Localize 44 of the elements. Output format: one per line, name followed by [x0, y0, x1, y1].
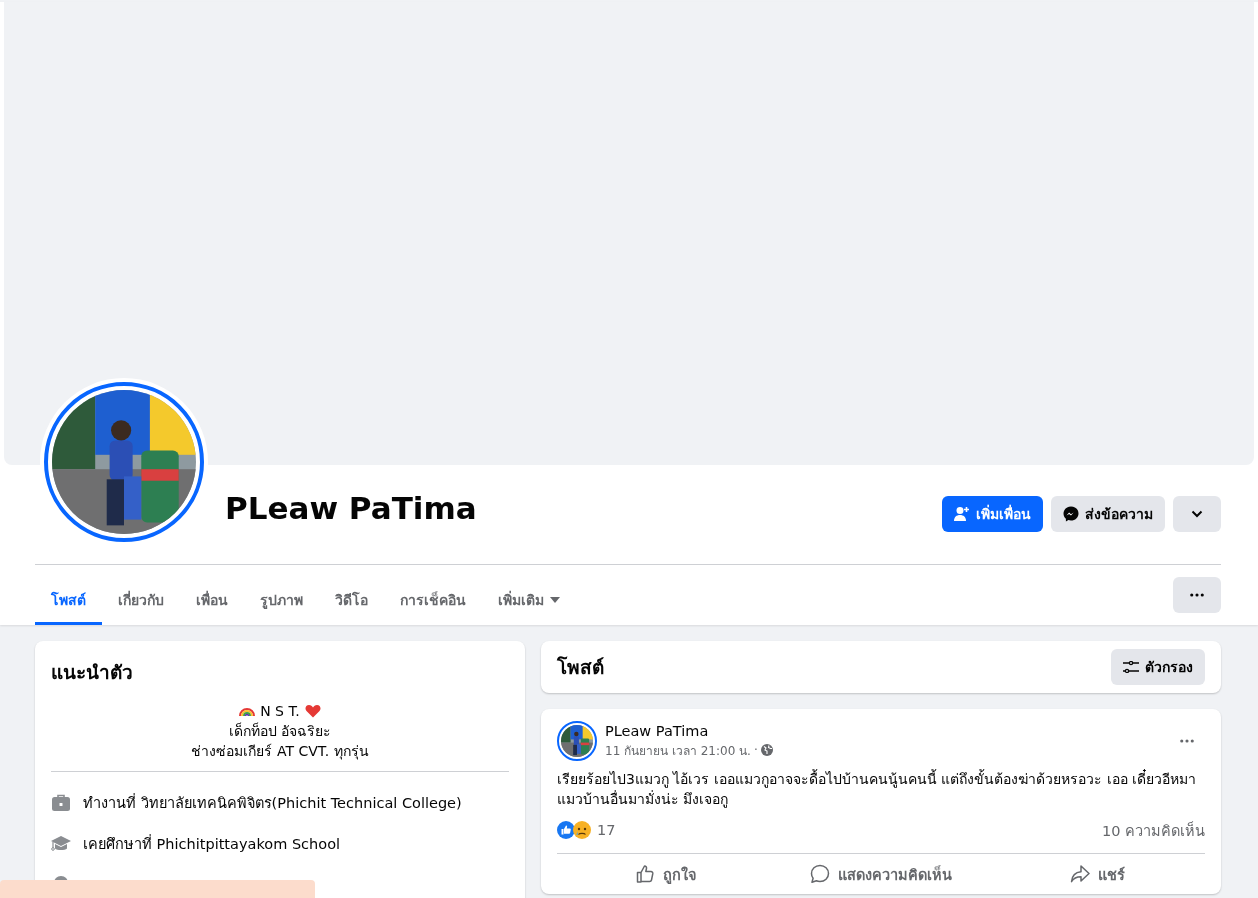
card-title: แนะนำตัว [51, 660, 134, 685]
share-icon [1069, 864, 1090, 884]
intro-detail: เคยศึกษาที่ Phichitpittayakom School [83, 834, 341, 854]
comment-button[interactable]: แสดงความคิดเห็น [773, 854, 989, 894]
bio-text: เด็กท็อป อัจฉริยะ [228, 721, 332, 741]
tab[interactable]: วิดีโอ [319, 577, 384, 625]
heart-icon [304, 704, 321, 718]
like-button[interactable]: ถูกใจ [557, 854, 773, 894]
comment-count[interactable]: 10 ความคิดเห็น [1101, 818, 1205, 842]
graduation-cap-icon [51, 834, 71, 854]
intro-detail: ทำงานที่ วิทยาลัยเทคนิคพิจิตร(Phichit Technical College) [83, 793, 462, 813]
tab[interactable]: เกี่ยวกับ [102, 577, 180, 625]
sad-reaction-icon [573, 821, 591, 839]
bio-text: ช่างซ่อมเกียร์ AT CVT. ทุกรุ่น [191, 742, 369, 761]
briefcase-icon [51, 793, 71, 813]
post-text: เรียยร้อยไป3แมวกู ไอ้เวร เออแมวกูอาจจะดื้อไปบ้านคนนู้นคนนี้ แต่ถึงขั้นต้องฆ่าด้วยหรอวะ เออ เดี๋ยวอีหมา แมวบ้านอื่นมามั่งน่ะ มึงเจอกู [557, 769, 1198, 809]
tab[interactable]: เพิ่มเติม [482, 577, 576, 625]
more-button[interactable] [1173, 577, 1221, 613]
tab[interactable]: เพื่อน [180, 577, 244, 625]
tab[interactable]: โพสต์ [35, 577, 102, 625]
filter-button[interactable]: ตัวกรอง [1111, 649, 1205, 685]
add-friend-icon [954, 506, 970, 522]
comment-icon [810, 864, 830, 884]
messenger-icon [1063, 506, 1079, 522]
more-icon [1190, 593, 1204, 597]
share-button[interactable]: แชร์ [989, 854, 1205, 894]
globe-icon [760, 744, 773, 756]
bio-text: N S T. [260, 702, 300, 721]
add-friend-button[interactable]: เพิ่มเพื่อน [942, 496, 1043, 532]
separator: · [753, 743, 758, 757]
reaction-count[interactable]: 17 [597, 822, 616, 838]
profile-name: PLeaw PaTima [225, 490, 478, 526]
tab[interactable]: รูปภาพ [244, 577, 319, 625]
dropdown-button[interactable] [1173, 496, 1221, 532]
tab[interactable]: การเช็คอิน [384, 577, 482, 625]
post-time[interactable]: 11 กันยายน เวลา 21:00 น. [605, 740, 751, 760]
like-icon [634, 864, 655, 884]
filter-icon [1123, 661, 1139, 673]
section-title: โพสต์ [557, 655, 604, 680]
author-name[interactable]: PLeaw PaTima [605, 722, 1161, 739]
like-reaction-icon [557, 821, 575, 839]
more-icon [1180, 739, 1194, 743]
chevron-down-icon [1191, 510, 1203, 518]
message-button[interactable]: ส่งข้อความ [1051, 496, 1165, 532]
